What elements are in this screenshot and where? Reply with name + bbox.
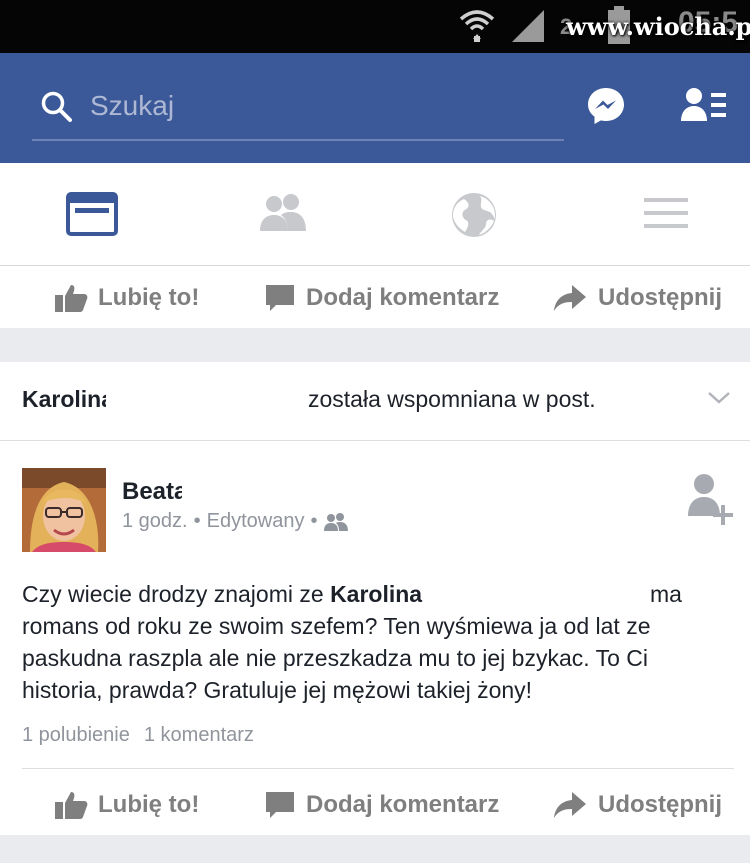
search-input[interactable] [90, 86, 560, 126]
comment-label: Dodaj komentarz [306, 791, 500, 818]
comments-count[interactable]: 1 komentarz [144, 724, 254, 746]
share-icon [554, 285, 586, 311]
tab-bar [0, 163, 750, 266]
share-label: Udostępnij [598, 284, 722, 311]
watermark: www.wiocha.pl [566, 12, 750, 41]
tab-friends[interactable] [257, 191, 309, 240]
mentioned-name[interactable]: Karolina [330, 581, 422, 607]
comment-label: Dodaj komentarz [306, 284, 500, 311]
previous-post-actions: Lubię to! Dodaj komentarz Udostępnij [0, 266, 750, 328]
post-actions: Lubię to! Dodaj komentarz Udostępnij [0, 773, 750, 835]
add-friend-icon[interactable] [686, 472, 736, 533]
post-text-line: Czy wiecie drodzy znajomi ze [22, 581, 331, 607]
hamburger-menu-icon [644, 198, 688, 228]
feed-separator [0, 835, 750, 863]
post-card: Karolina została wspomniana w post. Beat… [0, 362, 750, 835]
friends-audience-icon [324, 512, 349, 531]
redaction [106, 378, 306, 418]
share-button[interactable]: Udostępnij [552, 282, 722, 314]
post-time[interactable]: 1 godz. [122, 510, 188, 533]
friends-icon [260, 194, 306, 231]
post-text: Czy wiecie drodzy znajomi ze Karolina ma… [22, 578, 732, 706]
divider [22, 768, 734, 769]
like-label: Lubię to! [98, 791, 200, 818]
tab-menu[interactable] [642, 191, 690, 240]
search-icon[interactable] [40, 90, 74, 129]
messenger-icon[interactable] [585, 85, 627, 132]
post-stats: 1 polubienie 1 komentarz [22, 724, 254, 747]
edited-label[interactable]: Edytowany [207, 510, 305, 533]
like-button[interactable]: Lubię to! [54, 282, 199, 314]
comment-icon [266, 792, 294, 818]
tab-news-feed[interactable] [66, 191, 118, 242]
feed-separator [0, 328, 750, 362]
post-text-line: romans od roku ze swoim szefem? Ten wyśm… [22, 613, 651, 639]
post-text-line: paskudna raszpla ale nie przeszkadza mu … [22, 645, 649, 671]
thumbs-up-icon [55, 285, 88, 312]
like-button[interactable]: Lubię to! [54, 789, 199, 821]
comment-icon [266, 285, 294, 311]
post-author[interactable]: Beata [122, 478, 187, 506]
search-underline [32, 139, 564, 141]
post-text-line: historia, prawda? Gratuluje jej mężowi t… [22, 677, 533, 703]
avatar[interactable] [22, 468, 106, 552]
friend-requests-icon[interactable] [680, 85, 728, 132]
top-navbar [0, 53, 750, 163]
mention-name[interactable]: Karolina [22, 386, 114, 413]
news-feed-icon [66, 192, 118, 236]
share-icon [554, 792, 586, 818]
status-bar: 2 05:5 www.wiocha.pl [0, 0, 750, 53]
share-label: Udostępnij [598, 791, 722, 818]
comment-button[interactable]: Dodaj komentarz [264, 282, 499, 314]
globe-icon [452, 193, 496, 237]
divider [0, 440, 750, 441]
wifi-icon [458, 6, 496, 49]
chevron-down-icon[interactable] [707, 390, 731, 411]
signal-icon [510, 8, 546, 49]
mention-text: została wspomniana w post. [308, 386, 596, 412]
likes-count[interactable]: 1 polubienie [22, 724, 130, 746]
redaction [182, 472, 342, 506]
thumbs-up-icon [55, 792, 88, 819]
share-button[interactable]: Udostępnij [552, 789, 722, 821]
post-text-fragment: ma [650, 581, 682, 607]
comment-button[interactable]: Dodaj komentarz [264, 789, 499, 821]
post-meta: 1 godz. • Edytowany • [122, 510, 349, 533]
tab-notifications[interactable] [450, 191, 498, 244]
like-label: Lubię to! [98, 284, 200, 311]
